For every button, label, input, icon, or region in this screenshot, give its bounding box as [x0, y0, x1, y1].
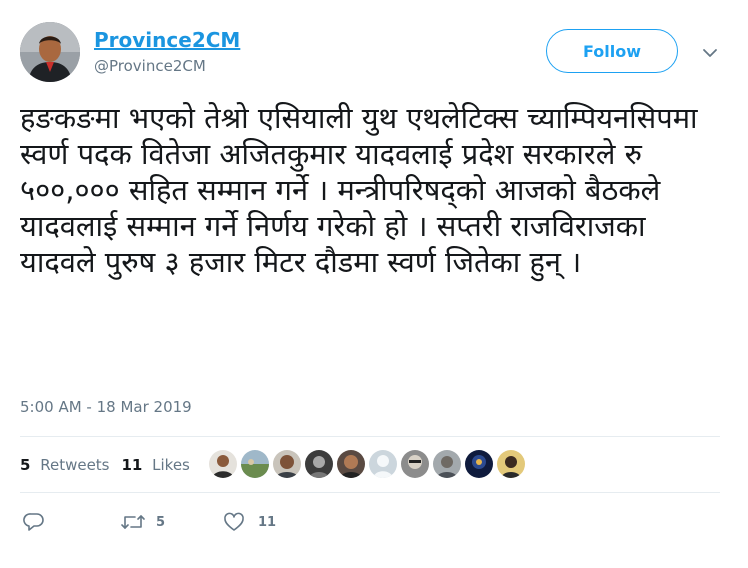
- tweet-timestamp[interactable]: 5:00 AM - 18 Mar 2019: [20, 397, 192, 417]
- retweet-count: 5: [156, 514, 166, 530]
- retweets-count: 5: [20, 456, 31, 474]
- reply-button[interactable]: [23, 512, 45, 532]
- tweet-stats: 5 Retweets 11 Likes: [20, 454, 190, 476]
- retweets-label: Retweets: [40, 456, 110, 474]
- user-handle: @Province2CM: [94, 57, 206, 75]
- user-display-name[interactable]: Province2CM: [94, 28, 240, 52]
- retweets-stat[interactable]: 5 Retweets: [20, 456, 110, 474]
- tweet-text: हङकङमा भएको तेश्रो एसियाली युथ एथलेटिक्स…: [20, 101, 698, 279]
- liker-avatar[interactable]: [209, 450, 237, 478]
- like-count: 11: [258, 514, 277, 530]
- liker-avatars: [209, 450, 525, 478]
- liker-avatar[interactable]: [401, 450, 429, 478]
- chevron-down-icon[interactable]: [701, 44, 719, 62]
- follow-button[interactable]: Follow: [546, 29, 678, 73]
- like-button[interactable]: 11: [223, 512, 276, 532]
- likes-stat[interactable]: 11 Likes: [122, 456, 190, 474]
- avatar-photo: [20, 22, 80, 82]
- liker-avatar[interactable]: [465, 450, 493, 478]
- liker-avatar[interactable]: [305, 450, 333, 478]
- liker-avatar[interactable]: [369, 450, 397, 478]
- liker-avatar[interactable]: [241, 450, 269, 478]
- likes-count: 11: [121, 456, 143, 474]
- likes-label: Likes: [152, 456, 190, 474]
- retweet-icon: [120, 512, 146, 532]
- liker-avatar[interactable]: [337, 450, 365, 478]
- user-avatar[interactable]: [20, 22, 80, 82]
- retweet-button[interactable]: 5: [120, 512, 165, 532]
- divider: [20, 436, 720, 437]
- reply-icon: [23, 512, 45, 532]
- heart-icon: [223, 512, 245, 532]
- liker-avatar[interactable]: [433, 450, 461, 478]
- liker-avatar[interactable]: [273, 450, 301, 478]
- divider: [20, 492, 720, 493]
- tweet-card: Province2CM @Province2CM Follow हङकङमा भ…: [0, 0, 748, 568]
- liker-avatar[interactable]: [497, 450, 525, 478]
